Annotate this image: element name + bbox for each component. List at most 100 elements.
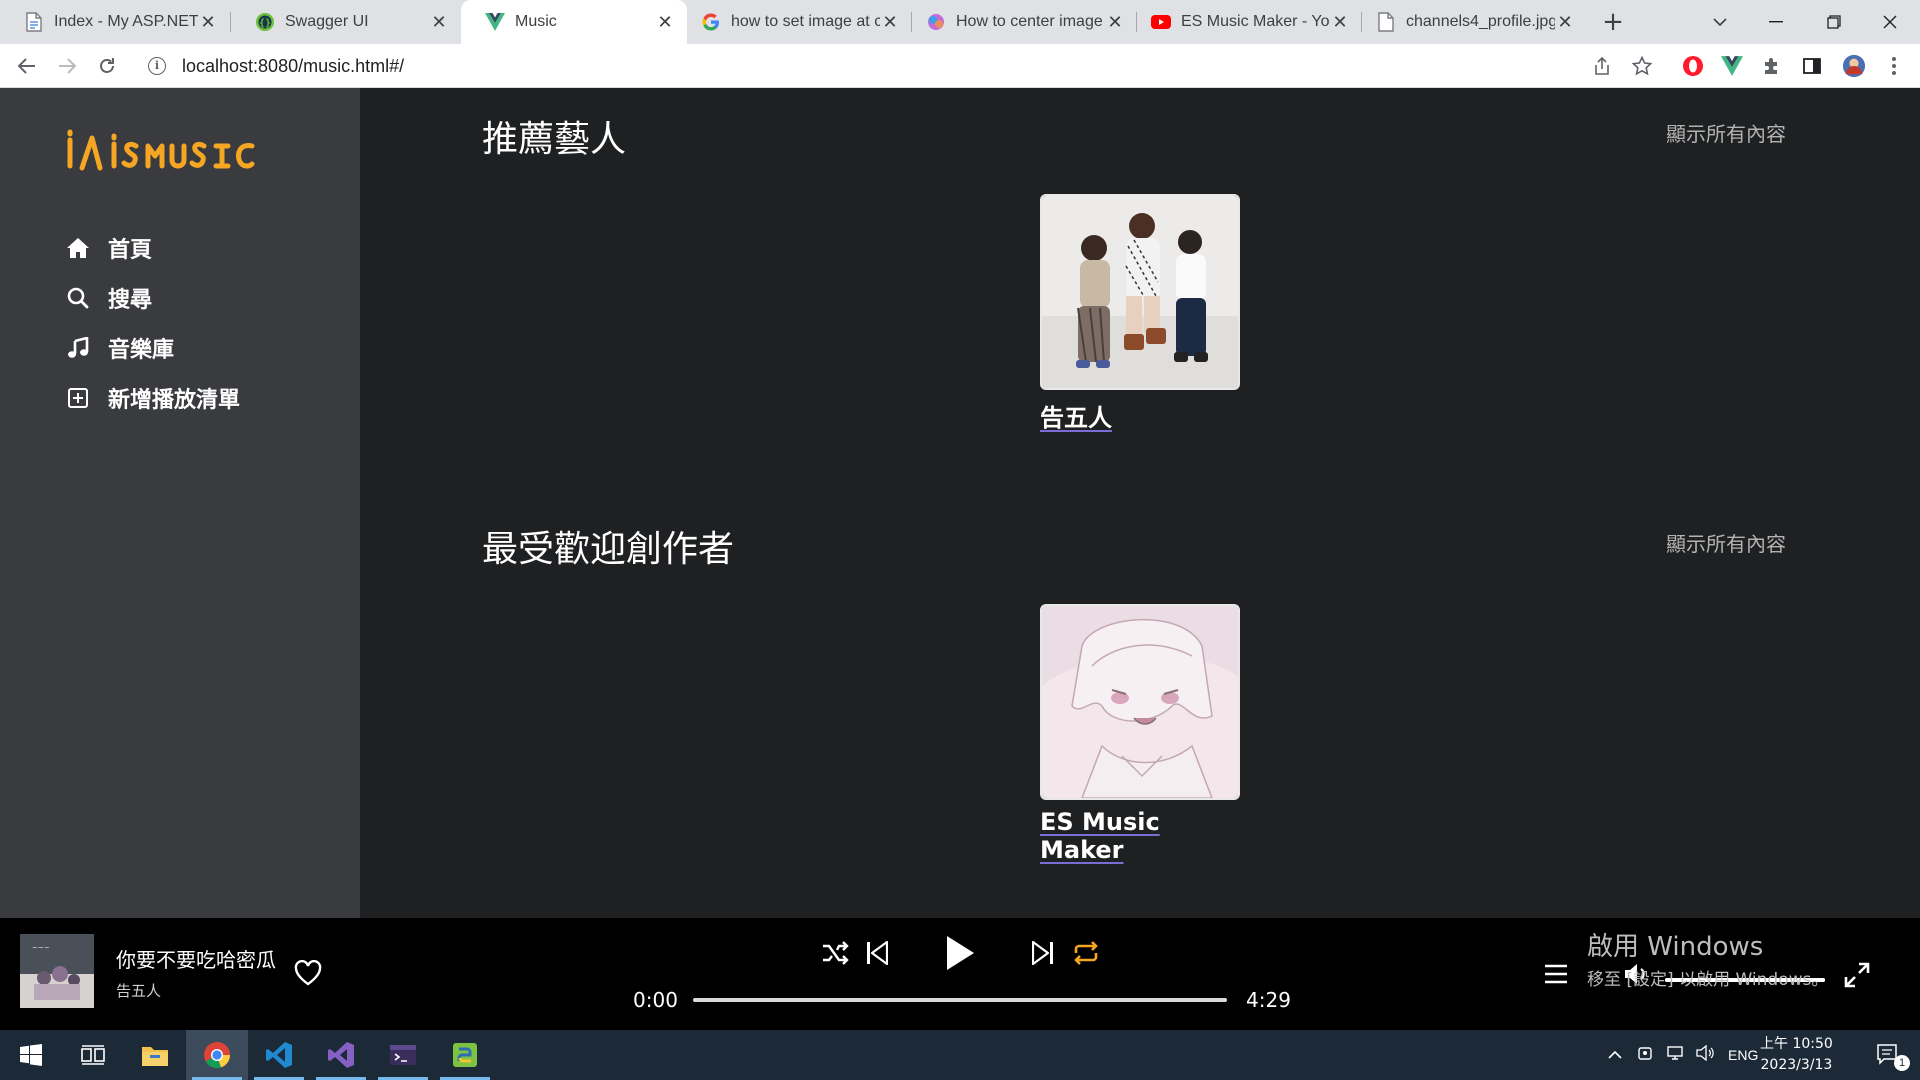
tab-index[interactable]: Index - My ASP.NET Application ✕ [0, 0, 230, 44]
address-bar[interactable]: i localhost:8080/music.html#/ [138, 50, 1654, 82]
folder-icon [142, 1047, 168, 1066]
start-button[interactable] [0, 1030, 62, 1080]
sidebar-item-library[interactable]: 音樂庫 [64, 323, 240, 373]
browser-menu-button[interactable] [1882, 54, 1906, 78]
artist-card[interactable]: 告五人 [1040, 194, 1240, 433]
artist-name-link[interactable]: 告五人 [1040, 398, 1112, 433]
new-tab-button[interactable]: + [1598, 7, 1628, 37]
visual-studio-icon [328, 1042, 354, 1068]
progress-bar[interactable] [693, 998, 1227, 1002]
tab-title: Index - My ASP.NET Application [54, 13, 198, 30]
tab-youtube[interactable]: ES Music Maker - YouTube ✕ [1137, 0, 1362, 44]
taskbar-python-app[interactable] [434, 1030, 496, 1080]
terminal-icon [390, 1045, 416, 1065]
sidebar-item-search[interactable]: 搜尋 [64, 273, 240, 323]
repeat-button[interactable] [1070, 938, 1102, 968]
reload-icon [100, 58, 114, 73]
side-panel-button[interactable] [1800, 54, 1824, 78]
tab-title: channels4_profile.jpg [1406, 13, 1555, 30]
task-view-button[interactable] [62, 1030, 124, 1080]
taskbar-clock[interactable]: 上午 10:50 2023/3/13 [1760, 1034, 1833, 1076]
tab-copilot[interactable]: How to center image ✕ [912, 0, 1137, 44]
close-window-button[interactable] [1862, 0, 1918, 44]
network-icon[interactable] [1660, 1045, 1690, 1065]
avatar [1842, 54, 1866, 78]
now-playing-artist[interactable]: 告五人 [116, 980, 161, 1001]
bookmark-button[interactable] [1630, 54, 1654, 78]
browser-tab-strip: Index - My ASP.NET Application ✕ {} Swag… [0, 0, 1920, 44]
minimize-icon [1769, 21, 1783, 23]
close-icon[interactable]: ✕ [1105, 12, 1125, 33]
chrome-icon [204, 1042, 231, 1069]
tab-channels-profile[interactable]: channels4_profile.jpg ✕ [1362, 0, 1587, 44]
fullscreen-button[interactable] [1842, 960, 1872, 990]
reload-button[interactable] [93, 52, 121, 80]
forward-button[interactable] [53, 52, 81, 80]
heart-icon [294, 959, 322, 986]
close-icon[interactable]: ✕ [880, 12, 900, 33]
opera-extension[interactable] [1681, 54, 1705, 78]
tab-title: Swagger UI [285, 13, 369, 30]
shuffle-button[interactable] [820, 938, 850, 968]
show-all-link[interactable]: 顯示所有內容 [1666, 118, 1786, 147]
now-playing-title[interactable]: 你要不要吃哈密瓜 [116, 944, 276, 973]
shuffle-icon [823, 941, 849, 965]
svg-text:~~~: ~~~ [32, 944, 50, 952]
address-url[interactable]: localhost:8080/music.html#/ [182, 56, 404, 77]
language-indicator[interactable]: ENG [1728, 1047, 1758, 1063]
side-panel-icon [1803, 58, 1821, 74]
artist-photo[interactable] [1040, 194, 1240, 390]
arrow-left-icon [18, 58, 35, 74]
taskbar-file-explorer[interactable] [124, 1030, 186, 1080]
artist-photo[interactable] [1040, 604, 1240, 800]
app-logo[interactable] [64, 124, 280, 180]
vue-icon [1721, 56, 1743, 76]
close-icon[interactable]: ✕ [1555, 12, 1575, 33]
player-bar: ~~~ 你要不要吃哈密瓜 告五人 0:00 4:29 啟用 Windows 移至… [0, 918, 1920, 1030]
python-icon [453, 1043, 477, 1067]
share-icon [1595, 56, 1609, 75]
sidebar-item-label: 新增播放清單 [108, 388, 241, 413]
like-button[interactable] [294, 959, 322, 988]
taskbar-visual-studio[interactable] [310, 1030, 372, 1080]
close-icon[interactable]: ✕ [429, 12, 449, 33]
tab-music[interactable]: Music ✕ [461, 0, 687, 44]
tab-google[interactable]: how to set image at center ✕ [687, 0, 912, 44]
close-icon[interactable]: ✕ [655, 12, 675, 33]
taskbar-terminal[interactable] [372, 1030, 434, 1080]
show-hidden-icons-button[interactable] [1600, 1047, 1630, 1063]
taskbar-vscode[interactable] [248, 1030, 310, 1080]
artist-card[interactable]: ES Music Maker [1040, 604, 1240, 864]
sidebar-item-home[interactable]: 首頁 [64, 223, 240, 273]
taskbar-chrome[interactable] [186, 1030, 248, 1080]
profile-avatar[interactable] [1842, 54, 1866, 78]
close-icon[interactable]: ✕ [1330, 12, 1350, 33]
tab-swagger[interactable]: {} Swagger UI ✕ [231, 0, 461, 44]
play-button[interactable] [940, 932, 980, 974]
restore-button[interactable] [1806, 0, 1862, 44]
now-playing-cover[interactable]: ~~~ [20, 934, 94, 1008]
back-button[interactable] [13, 52, 41, 80]
next-button[interactable] [1028, 938, 1058, 968]
watermark-subtitle: 移至 [設定] 以啟用 Windows。 [1587, 970, 1829, 990]
tab-search-button[interactable] [1692, 0, 1748, 44]
notifications-button[interactable]: 1 [1858, 1030, 1920, 1080]
meet-now-icon[interactable] [1630, 1045, 1660, 1065]
share-button[interactable] [1590, 54, 1614, 78]
show-all-link[interactable]: 顯示所有內容 [1666, 528, 1786, 557]
close-icon[interactable]: ✕ [198, 12, 218, 33]
sidebar-item-new-playlist[interactable]: 新增播放清單 [64, 373, 240, 423]
extensions-button[interactable] [1760, 54, 1784, 78]
previous-button[interactable] [862, 938, 892, 968]
repeat-icon [1074, 941, 1098, 965]
sidebar-nav: 首頁 搜尋 音樂庫 新增播放清單 [64, 223, 240, 423]
puzzle-icon [1765, 58, 1777, 74]
queue-button[interactable] [1542, 960, 1570, 988]
artist-name-link[interactable]: ES Music Maker [1040, 808, 1240, 864]
speaker-icon[interactable] [1690, 1044, 1720, 1065]
minimize-button[interactable] [1748, 0, 1804, 44]
vue-devtools-extension[interactable] [1720, 54, 1744, 78]
watermark-title: 啟用 Windows [1587, 932, 1764, 962]
info-icon[interactable]: i [148, 57, 166, 75]
chevron-up-icon [1608, 1050, 1622, 1059]
